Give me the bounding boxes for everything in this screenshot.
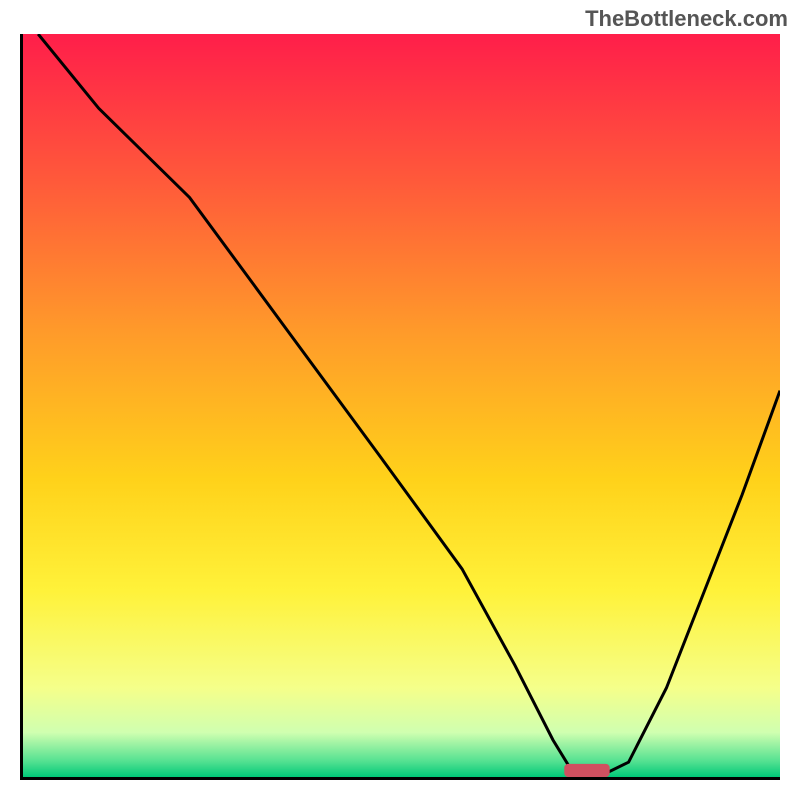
optimal-marker <box>564 764 609 777</box>
bottleneck-curve <box>38 34 780 777</box>
bottleneck-chart: TheBottleneck.com <box>0 0 800 800</box>
plot-area <box>20 34 780 780</box>
watermark-text: TheBottleneck.com <box>585 6 788 32</box>
curve-layer <box>23 34 780 777</box>
